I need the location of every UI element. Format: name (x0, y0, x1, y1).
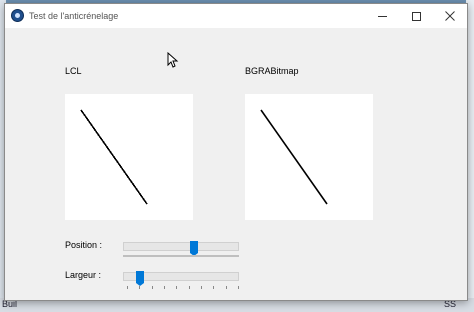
main-window: Test de l'anticrénelage LCL BGRABitmap P… (4, 3, 468, 301)
slider-tick (152, 286, 153, 289)
slider-tick (164, 286, 165, 289)
slider-tick (176, 286, 177, 289)
position-label: Position : (65, 240, 103, 250)
minimize-icon (377, 15, 387, 17)
largeur-slider-thumb[interactable] (136, 271, 144, 286)
lcl-canvas (65, 94, 193, 220)
close-button[interactable] (433, 4, 467, 28)
bgrabitmap-canvas (245, 94, 373, 220)
minimize-button[interactable] (365, 4, 399, 28)
slider-tick (226, 286, 227, 289)
window-title: Test de l'anticrénelage (29, 11, 119, 21)
title-bar[interactable]: Test de l'anticrénelage (5, 4, 467, 28)
maximize-button[interactable] (399, 4, 433, 28)
app-icon (11, 9, 24, 22)
slider-tick (139, 286, 140, 289)
slider-tick (238, 286, 239, 289)
slider-tick (213, 286, 214, 289)
lcl-label: LCL (65, 66, 82, 76)
position-slider-baseline (123, 255, 239, 257)
position-slider-track[interactable] (123, 242, 239, 251)
slider-tick (201, 286, 202, 289)
close-icon (445, 11, 455, 21)
largeur-slider-ticks (127, 286, 239, 289)
bgrabitmap-label: BGRABitmap (245, 66, 299, 76)
largeur-label: Largeur : (65, 270, 102, 280)
maximize-icon (411, 11, 421, 21)
position-slider-thumb[interactable] (190, 241, 198, 256)
slider-tick (189, 286, 190, 289)
slider-tick (127, 286, 128, 289)
position-slider[interactable] (123, 241, 241, 257)
largeur-slider[interactable] (123, 271, 241, 289)
lcl-line-drawing (80, 109, 148, 205)
bgrabitmap-line-drawing (260, 109, 328, 205)
mouse-cursor-icon (167, 52, 179, 68)
